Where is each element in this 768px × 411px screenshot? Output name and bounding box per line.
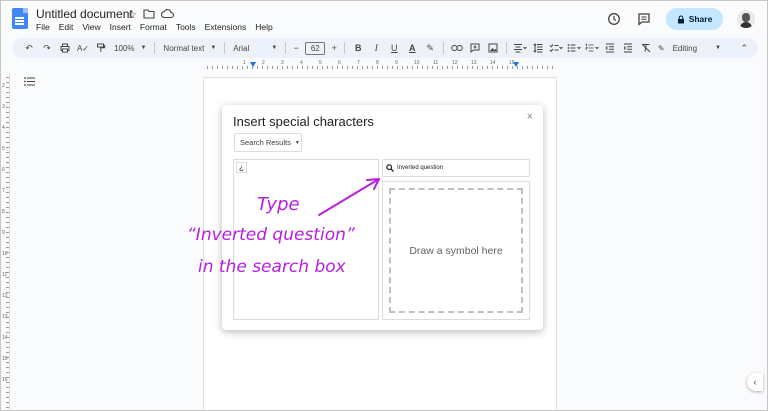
show-side-panel-icon[interactable]: ‹	[747, 373, 763, 391]
annotation-line-3: in the search box	[198, 257, 346, 277]
annotation-line-1: Type	[257, 194, 300, 215]
annotation-line-2: “Inverted question”	[187, 225, 355, 245]
docs-window: Untitled document ☆ File Edit View Inser…	[0, 0, 768, 411]
annotation-arrow	[318, 178, 380, 216]
